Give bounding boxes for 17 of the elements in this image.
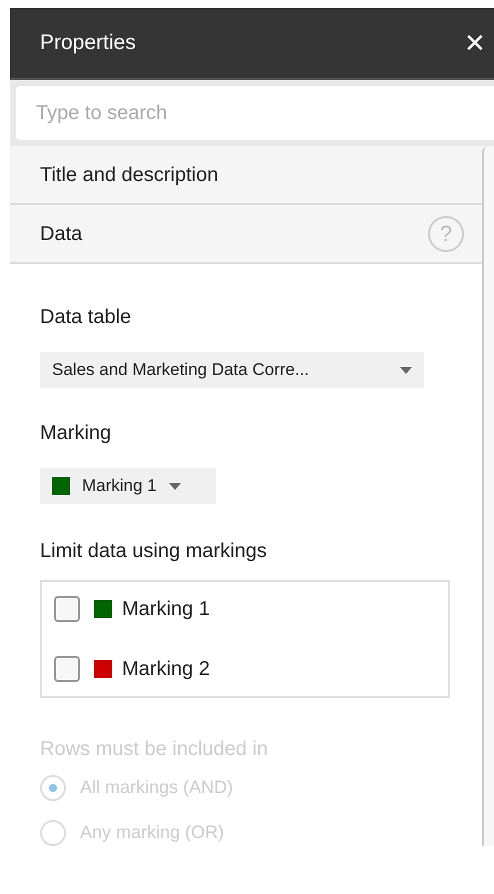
field-label: Limit data using markings xyxy=(40,539,268,564)
data-table-dropdown[interactable]: Sales and Marketing Data Corre... xyxy=(40,352,424,388)
checkbox[interactable] xyxy=(54,596,80,622)
checkbox[interactable] xyxy=(54,656,80,682)
field-label: Marking xyxy=(40,421,112,446)
scrollbar[interactable] xyxy=(482,146,494,846)
caret-icon xyxy=(400,366,412,374)
marking-dropdown[interactable]: Marking 1 xyxy=(40,468,216,504)
checkbox-label: Marking 1 xyxy=(122,597,210,622)
close-button[interactable]: ✕ xyxy=(464,30,486,56)
field-label: Data table xyxy=(40,305,132,330)
search-field[interactable]: Type to search xyxy=(16,86,494,140)
caret-icon xyxy=(168,482,181,490)
section-header[interactable]: Title and description xyxy=(10,146,482,205)
panel-title: Properties xyxy=(40,30,136,56)
section-header[interactable]: Data ? xyxy=(10,205,482,264)
checkbox-label: Marking 2 xyxy=(122,657,210,682)
